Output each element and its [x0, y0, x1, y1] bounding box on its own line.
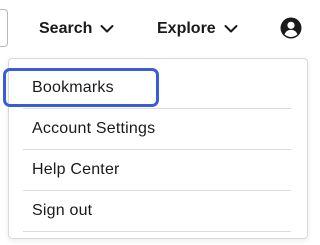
explore-menu-label: Explore: [157, 20, 216, 37]
menu-item-label: Sign out: [32, 202, 93, 219]
menu-item-label: Account Settings: [32, 120, 156, 137]
menu-item-account-settings[interactable]: Account Settings: [23, 109, 291, 149]
search-menu-button[interactable]: Search: [39, 14, 114, 44]
menu-item-help-center[interactable]: Help Center: [23, 150, 291, 190]
chevron-down-icon: [100, 25, 114, 33]
menu-item-sign-out[interactable]: Sign out: [23, 191, 291, 231]
menu-item-label: Help Center: [32, 161, 120, 178]
search-input-edge[interactable]: [0, 9, 8, 47]
chevron-down-icon: [224, 25, 238, 33]
search-menu-label: Search: [39, 20, 93, 37]
menu-item-bookmarks[interactable]: Bookmarks: [23, 68, 291, 108]
top-navigation-bar: Search Explore: [0, 0, 314, 58]
explore-menu-button[interactable]: Explore: [157, 14, 238, 44]
menu-item-label: Bookmarks: [32, 79, 114, 96]
page: Search Explore Bookmarks Account Setting…: [0, 0, 314, 245]
user-avatar-icon[interactable]: [280, 17, 302, 39]
account-dropdown-menu: Bookmarks Account Settings Help Center S…: [8, 58, 308, 239]
menu-divider: [23, 231, 291, 232]
